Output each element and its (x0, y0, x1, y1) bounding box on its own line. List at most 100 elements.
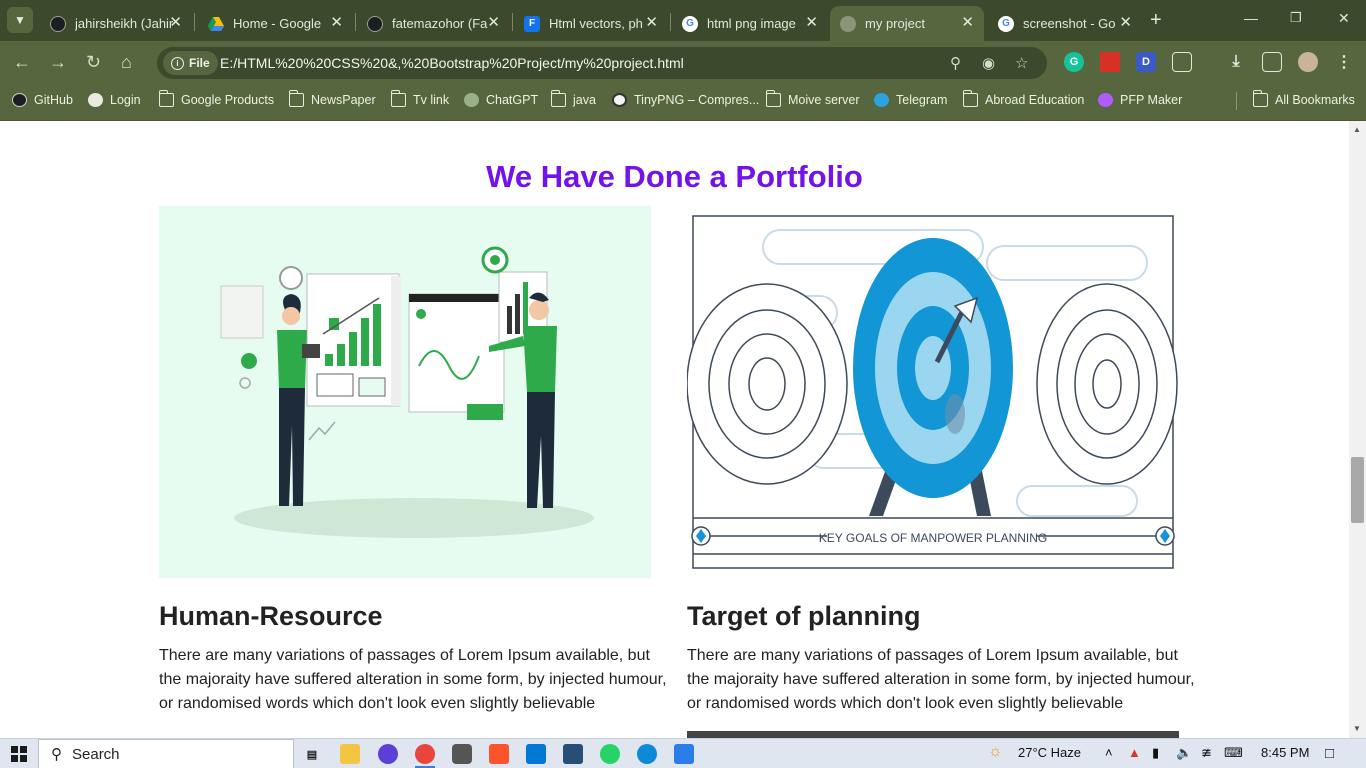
all-bookmarks[interactable]: All Bookmarks (1252, 90, 1355, 107)
pfp-icon (1098, 93, 1113, 107)
scroll-up-arrow-icon[interactable]: ▲ (1353, 125, 1361, 134)
tab-title: jahirsheikh (Jahir (75, 16, 174, 31)
d-extension-icon[interactable]: D (1136, 52, 1156, 72)
bookmark-pfp-maker[interactable]: PFP Maker (1098, 93, 1182, 107)
grammarly-extension-icon[interactable]: G (1064, 52, 1084, 72)
folder-icon (962, 90, 978, 107)
wifi-icon[interactable]: ≇ (1201, 745, 1212, 761)
site-info-button[interactable]: i File (163, 51, 218, 75)
reload-button[interactable]: ↻ (86, 52, 101, 72)
side-panel-icon[interactable] (1262, 52, 1282, 72)
globe-icon (840, 15, 856, 32)
taskbar-search-box[interactable]: ⚲ Search (38, 739, 294, 768)
back-button[interactable]: ← (13, 52, 31, 72)
close-icon[interactable]: ✕ (645, 15, 658, 31)
tab-search-button[interactable]: ▼ (7, 7, 33, 33)
notifications-icon[interactable]: □ (1325, 745, 1334, 762)
folder-icon (158, 90, 174, 107)
antivirus-icon[interactable]: ▲ (1128, 745, 1141, 760)
kebab-menu-icon[interactable]: ⋮ (1334, 52, 1354, 72)
code-app-icon[interactable] (563, 744, 583, 764)
telegram-icon (874, 93, 889, 107)
photos-icon[interactable] (674, 744, 694, 764)
task-view-icon[interactable]: ▤ (302, 744, 322, 764)
bookmark-java[interactable]: java (550, 90, 596, 107)
windows-taskbar: ⚲ Search ▤ ☼ 27°C Haze ˄ ▲ ▮ 🔈 ≇ ⌨ 8:45 … (0, 738, 1366, 768)
globe-icon (88, 93, 103, 107)
search-icon: ⚲ (51, 746, 62, 763)
app-icon[interactable] (378, 744, 398, 764)
next-card-image (687, 731, 1179, 738)
home-button[interactable]: ⌂ (121, 52, 132, 72)
new-tab-button[interactable]: + (1150, 9, 1162, 32)
bookmark-telegram[interactable]: Telegram (874, 93, 947, 107)
bookmark-newspaper[interactable]: NewsPaper (288, 90, 376, 107)
folder-icon (1252, 90, 1268, 107)
bookmark-movie-server[interactable]: Moive server (765, 90, 860, 107)
edge-icon[interactable] (637, 744, 657, 764)
tab-title: my project (865, 16, 925, 31)
whatsapp-icon[interactable] (600, 744, 620, 764)
tab-1[interactable]: jahirsheikh (Jahir ✕ (40, 6, 192, 41)
close-window-button[interactable]: ✕ (1338, 10, 1350, 27)
tab-3[interactable]: fatemazohor (Fa ✕ (357, 6, 510, 41)
minimize-button[interactable]: — (1244, 10, 1258, 26)
restore-button[interactable]: ❐ (1290, 10, 1302, 26)
weather-icon: ☼ (988, 743, 1003, 760)
bookmark-login[interactable]: Login (88, 93, 141, 107)
drive-icon (208, 16, 224, 32)
close-icon[interactable]: ✕ (169, 15, 182, 31)
forward-button[interactable]: → (49, 52, 67, 72)
chrome-icon[interactable] (415, 744, 435, 764)
bookmark-abroad-education[interactable]: Abroad Education (962, 90, 1084, 107)
tab-7[interactable]: G screenshot - Go ✕ (988, 6, 1142, 41)
vscode-icon[interactable] (526, 744, 546, 764)
profile-avatar[interactable] (1298, 52, 1318, 72)
windows-start-button[interactable] (11, 746, 27, 762)
bookmark-github[interactable]: GitHub (12, 93, 73, 107)
file-explorer-icon[interactable] (340, 744, 360, 764)
eye-off-icon[interactable]: ◉ (982, 54, 995, 72)
freepik-icon: F (524, 15, 540, 32)
bookmark-chatgpt[interactable]: ChatGPT (464, 93, 538, 107)
close-icon[interactable]: ✕ (1119, 15, 1132, 31)
bookmark-extension-icon[interactable] (1100, 52, 1120, 72)
close-icon[interactable]: ✕ (805, 15, 818, 31)
tab-4[interactable]: F Html vectors, ph ✕ (514, 6, 668, 41)
brave-icon[interactable] (489, 744, 509, 764)
url-text[interactable]: E:/HTML%20%20CSS%20&,%20Bootstrap%20Proj… (220, 55, 684, 71)
tab-6-active[interactable]: my project ✕ (830, 6, 984, 41)
tab-2[interactable]: Home - Google ✕ (198, 6, 353, 41)
scroll-thumb[interactable] (1351, 457, 1364, 523)
page-scrollbar[interactable]: ▲ ▼ (1349, 121, 1366, 738)
chevron-down-icon: ▼ (14, 13, 26, 27)
clock[interactable]: 8:45 PM (1261, 745, 1309, 760)
download-icon[interactable]: ⤓ (1226, 52, 1246, 72)
github-icon (12, 93, 27, 107)
volume-icon[interactable]: 🔈 (1176, 745, 1192, 761)
tab-5[interactable]: G html png image ✕ (672, 6, 828, 41)
extensions-puzzle-icon[interactable] (1172, 52, 1192, 72)
battery-icon[interactable]: ▮ (1152, 745, 1159, 761)
weather-text[interactable]: 27°C Haze (1018, 745, 1081, 760)
close-icon[interactable]: ✕ (961, 15, 974, 31)
bookmark-tinypng[interactable]: TinyPNG – Compres... (612, 93, 759, 107)
camera-app-icon[interactable] (452, 744, 472, 764)
zoom-icon[interactable]: ⚲ (950, 54, 961, 72)
bookmark-tv-link[interactable]: Tv link (390, 90, 449, 107)
keyboard-icon[interactable]: ⌨ (1224, 745, 1243, 761)
bookmark-star-icon[interactable]: ☆ (1015, 54, 1028, 72)
close-icon[interactable]: ✕ (330, 15, 343, 31)
search-label: Search (72, 745, 120, 763)
tab-title: html png image (707, 16, 796, 31)
google-icon: G (682, 15, 698, 32)
close-icon[interactable]: ✕ (487, 15, 500, 31)
scroll-down-arrow-icon[interactable]: ▼ (1353, 724, 1361, 733)
info-icon: i (171, 56, 184, 70)
bookmark-google-products[interactable]: Google Products (158, 90, 274, 107)
address-bar[interactable]: i File E:/HTML%20%20CSS%20&,%20Bootstrap… (157, 47, 1047, 79)
folder-icon (390, 90, 406, 107)
chevron-up-icon[interactable]: ˄ (1105, 745, 1113, 760)
folder-icon (550, 90, 566, 107)
card-text-target-planning: There are many variations of passages of… (687, 647, 1195, 712)
